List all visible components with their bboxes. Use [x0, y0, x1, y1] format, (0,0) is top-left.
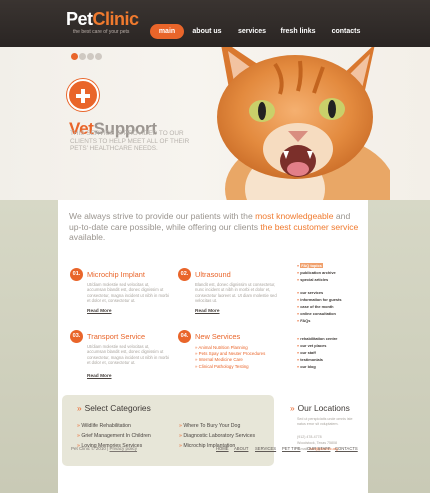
locations-phone: (912) 478-4778 [297, 435, 322, 439]
intro-highlight-1[interactable]: most knowledgeable [255, 211, 333, 221]
category-link[interactable]: Diagnostic Laboratory Services [179, 433, 255, 439]
privacy-policy-link[interactable]: Privacy policy [110, 446, 138, 451]
copyright: Pet Clinic © 2010 | Privacy policy [71, 446, 137, 451]
list-item[interactable]: Clinical Pathology Testing [195, 364, 265, 370]
locations-title: Our Locations [290, 403, 350, 413]
sidebar-item[interactable]: publication archive [297, 270, 335, 275]
sidebar-item[interactable]: testimonials [297, 357, 323, 362]
sidebar-item[interactable]: special articles [297, 277, 328, 282]
service-block-1: 01. Microchip Implant Ut/diam molestie s… [70, 268, 169, 316]
service-block-4: 04. New Services Animal Nutrition Planni… [178, 330, 268, 382]
nav-about-us[interactable]: about us [190, 24, 224, 39]
service-title[interactable]: Transport Service [87, 332, 145, 341]
hero-text: THIS SERVICE IS PROVIDED TO OUR CLIENTS … [70, 130, 190, 152]
read-more-link[interactable]: Read More [195, 309, 220, 314]
medical-plus-icon [67, 79, 99, 111]
sidebar-item[interactable]: case of the month [297, 304, 333, 309]
footer-nav-about[interactable]: ABOUT [234, 446, 248, 451]
service-title[interactable]: Ultrasound [195, 270, 231, 279]
site-footer: Pet Clinic © 2010 | Privacy policy HOME … [58, 443, 368, 457]
logo-clinic: Clinic [92, 9, 140, 29]
nav-main[interactable]: main [150, 24, 184, 39]
category-link[interactable]: Where To Bury Your Dog [179, 423, 240, 429]
sidebar-item[interactable]: FAQ topics [297, 263, 323, 268]
nav-fresh-links[interactable]: fresh links [280, 24, 316, 39]
intro-part-3: available. [69, 232, 106, 242]
locations-text: Sed ut perspiciatis unde omnis iste natu… [297, 417, 353, 426]
read-more-link[interactable]: Read More [87, 309, 112, 314]
copyright-text: Pet Clinic © 2010 | [71, 446, 110, 451]
service-number: 04. [178, 330, 191, 343]
service-title[interactable]: New Services [195, 332, 240, 341]
sidebar-item[interactable]: online consultation [297, 311, 336, 316]
service-text: Blandit est, donec dignissim ut consecte… [195, 282, 277, 304]
intro-part-1: We always strive to provide our patients… [69, 211, 256, 221]
footer-nav-home[interactable]: HOME [216, 446, 229, 451]
footer-nav-pet-tips[interactable]: PET TIPS [282, 446, 300, 451]
hero-banner: VetSupport THIS SERVICE IS PROVIDED TO O… [0, 47, 430, 200]
service-block-3: 03. Transport Service Ut/diam molestie s… [70, 330, 169, 382]
footer-nav-services[interactable]: SERVICES [255, 446, 276, 451]
intro-highlight-2[interactable]: the best customer service [260, 222, 358, 232]
sidebar-item[interactable]: our staff [297, 350, 316, 355]
service-title[interactable]: Microchip Implant [87, 270, 145, 279]
service-text: Ut/diam molestie sed velocitas ut, accum… [87, 344, 169, 366]
sidebar-item[interactable]: rehabilitation centre [297, 336, 337, 341]
sidebar-item[interactable]: information for guests [297, 297, 341, 302]
sidebar-item[interactable]: our blog [297, 364, 316, 369]
slider-dot-4[interactable] [95, 53, 102, 60]
categories-title: Select Categories [77, 403, 151, 413]
tagline: the best care of your pets [73, 29, 130, 35]
logo[interactable]: PetClinic [66, 9, 139, 30]
cat-photo [217, 47, 390, 200]
nav-contacts[interactable]: contacts [329, 24, 363, 39]
sidebar-item-label: FAQ topics [300, 263, 323, 268]
category-link[interactable]: Grief Management In Children [77, 433, 151, 439]
new-services-list: Animal Nutrition Planning Pets Spay and … [195, 345, 265, 370]
nav-services[interactable]: services [235, 24, 269, 39]
read-more-link[interactable]: Read More [87, 374, 112, 379]
intro-text: We always strive to provide our patients… [69, 211, 364, 243]
sidebar-item[interactable]: our vet places [297, 343, 326, 348]
footer-nav-our-staff[interactable]: OUR STAFF [307, 446, 330, 451]
sidebar-item[interactable]: FAQs [297, 318, 310, 323]
logo-pet: Pet [66, 9, 93, 29]
footer-nav-contacts[interactable]: CONTACTS [335, 446, 358, 451]
site-header: PetClinic the best care of your pets mai… [0, 0, 430, 47]
sidebar-item[interactable]: our services [297, 290, 323, 295]
category-link[interactable]: Wildlife Rehabilitation [77, 423, 131, 429]
service-number: 01. [70, 268, 83, 281]
service-number: 02. [178, 268, 191, 281]
service-block-2: 02. Ultrasound Blandit est, donec dignis… [178, 268, 277, 316]
slider-dot-1[interactable] [71, 53, 78, 60]
service-text: Ut/diam molestie sed velocitas ut, accum… [87, 282, 169, 304]
service-number: 03. [70, 330, 83, 343]
slider-dot-3[interactable] [87, 53, 94, 60]
slider-dot-2[interactable] [79, 53, 86, 60]
